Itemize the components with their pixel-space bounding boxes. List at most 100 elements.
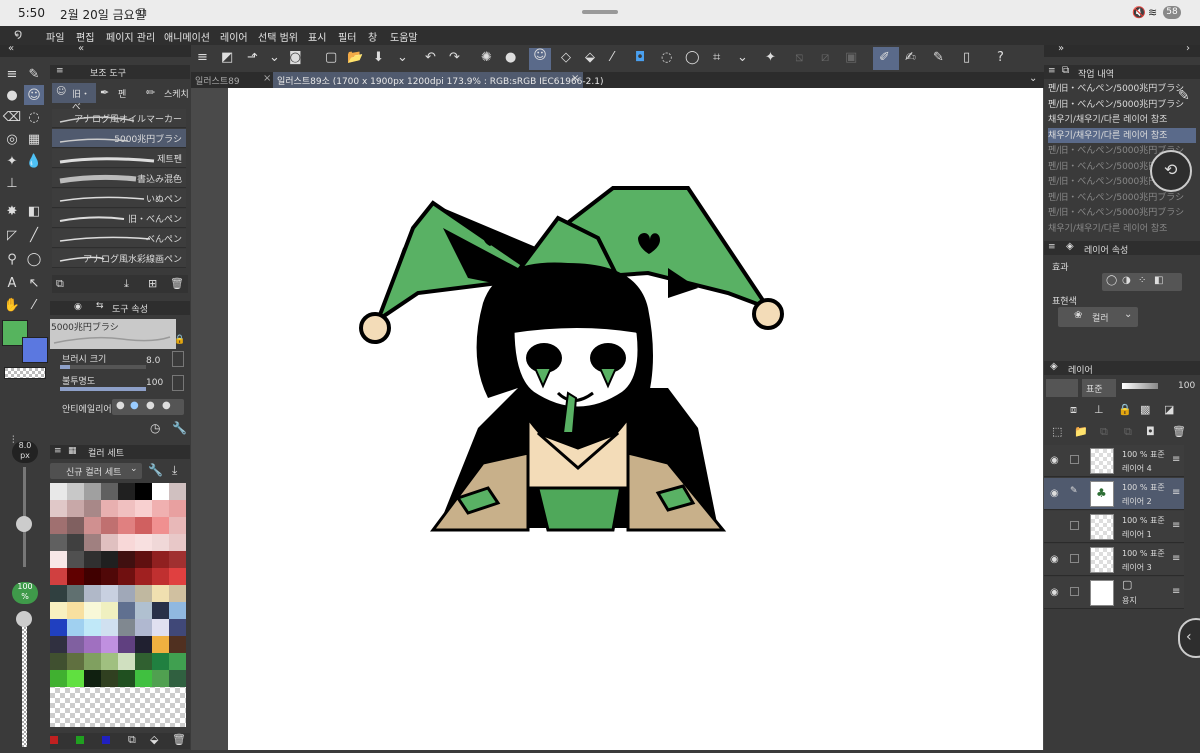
palette-swatch[interactable]: [135, 636, 152, 653]
palette-swatch[interactable]: [152, 551, 169, 568]
download-icon[interactable]: ⤓: [124, 277, 129, 291]
palette-swatch[interactable]: [101, 636, 118, 653]
palette-swatch[interactable]: [135, 602, 152, 619]
aa-weak-icon[interactable]: ●: [130, 400, 139, 411]
brush-size-pressure-toggle[interactable]: [172, 351, 184, 367]
reference-icon[interactable]: ⊥: [1094, 403, 1104, 416]
rotate-screen-button[interactable]: ⟲: [1150, 150, 1192, 192]
line-tool-icon[interactable]: ╱: [24, 225, 44, 245]
lasso-icon[interactable]: ◌: [661, 50, 672, 65]
visibility-eye-icon[interactable]: ◉: [1050, 554, 1059, 565]
hand-gesture-icon[interactable]: ●: [2, 85, 22, 105]
subtool-group-tab-1[interactable]: ✒ 펜: [98, 83, 142, 103]
palette-swatch[interactable]: [101, 551, 118, 568]
palette-swatch[interactable]: [135, 619, 152, 636]
wrench-icon[interactable]: 🔧: [172, 421, 187, 435]
grid-icon[interactable]: ▦: [24, 129, 44, 149]
open-folder-icon[interactable]: 📂: [347, 50, 363, 65]
palette-swatch[interactable]: [118, 500, 135, 517]
palette-swatch[interactable]: [169, 483, 186, 500]
import-icon[interactable]: ⤓: [172, 463, 177, 478]
history-menu-icon[interactable]: ≡: [1048, 66, 1056, 76]
aa-mid-icon[interactable]: ●: [146, 400, 155, 411]
palette-swatch[interactable]: [152, 602, 169, 619]
drag-handle-icon[interactable]: ≡: [1172, 454, 1180, 465]
pencil-shortcut-icon[interactable]: ✎: [1178, 88, 1190, 104]
palette-swatch[interactable]: [67, 551, 84, 568]
layer-property-tab[interactable]: 레이어 속성: [1084, 243, 1128, 256]
history-item[interactable]: 채우기/채우기/다른 레이어 참조: [1048, 112, 1196, 127]
lock-transparency-icon[interactable]: ▩: [1140, 403, 1150, 416]
copy-icon[interactable]: ⧉: [128, 733, 136, 747]
lock-icon[interactable]: 🔒: [1118, 403, 1132, 416]
phone-icon[interactable]: ▯: [963, 50, 970, 65]
menu-view[interactable]: 표시: [308, 29, 326, 44]
palette-swatch[interactable]: [169, 551, 186, 568]
visibility-eye-icon[interactable]: ◉: [1050, 455, 1059, 466]
merge-icon[interactable]: ⧉: [1124, 425, 1132, 439]
aa-none-icon[interactable]: ●: [116, 400, 125, 411]
export-icon[interactable]: ⬏: [247, 50, 258, 65]
layer-color-icon[interactable]: ◧: [1154, 275, 1163, 286]
palette-swatch[interactable]: [101, 670, 118, 687]
new-file-icon[interactable]: ▢: [325, 50, 337, 65]
palette-swatch[interactable]: [50, 670, 67, 687]
layer-opacity-value[interactable]: 100: [1178, 381, 1195, 391]
border-effect-icon[interactable]: ◯: [1106, 275, 1117, 286]
opacity-slider-knob[interactable]: [16, 611, 32, 627]
settings-circle-icon[interactable]: ◉: [74, 302, 82, 312]
halftone-icon[interactable]: ⁘: [1138, 275, 1146, 286]
menu-filter[interactable]: 필터: [338, 29, 356, 44]
chevron-down-icon[interactable]: ⌄: [269, 50, 280, 65]
palette-swatch[interactable]: [84, 636, 101, 653]
sparkle-icon[interactable]: ✦: [765, 50, 776, 65]
palette-swatch[interactable]: [84, 602, 101, 619]
palette-swatch[interactable]: [118, 483, 135, 500]
palette-swatch[interactable]: [101, 568, 118, 585]
palette-swatch[interactable]: [118, 534, 135, 551]
palette-swatch[interactable]: [135, 500, 152, 517]
layer-row[interactable]: ◉ 100 % 표준 레이어 3 ≡: [1044, 544, 1184, 576]
opacity-vertical-slider[interactable]: [22, 617, 27, 747]
eraser-icon[interactable]: ⌫: [2, 107, 22, 127]
subtool-group-tab-2[interactable]: ✏ 스케치: [144, 83, 190, 103]
spiral-icon[interactable]: ◎: [2, 129, 22, 149]
palette-swatch[interactable]: [67, 636, 84, 653]
palette-swatch[interactable]: [135, 534, 152, 551]
drag-handle-icon[interactable]: ≡: [1172, 553, 1180, 564]
color-palette-grid[interactable]: [50, 483, 186, 727]
drag-handle-icon[interactable]: ≡: [1172, 586, 1180, 597]
chevron-down-icon[interactable]: ⌄: [737, 50, 748, 65]
palette-swatch[interactable]: [169, 534, 186, 551]
palette-swatch[interactable]: [84, 500, 101, 517]
lock-icon[interactable]: 🔒: [174, 335, 185, 345]
merge-down-icon[interactable]: ⧉: [1100, 425, 1108, 439]
palette-swatch[interactable]: [50, 602, 67, 619]
palette-swatch[interactable]: [67, 500, 84, 517]
pen-tool-icon[interactable]: ✎: [24, 64, 44, 84]
menu-window[interactable]: 창: [368, 29, 377, 44]
history-tab[interactable]: 작업 내역: [1078, 67, 1114, 80]
current-tool-icon[interactable]: ☺: [529, 48, 551, 70]
subtool-tab[interactable]: 보조 도구: [90, 66, 126, 79]
ruler-icon[interactable]: ◸: [2, 225, 22, 245]
stamp-icon[interactable]: ⊥: [2, 173, 22, 193]
drawing-canvas[interactable]: [228, 88, 1043, 750]
wrench-icon[interactable]: 🔧: [148, 463, 163, 477]
select-icon[interactable]: ◘: [635, 50, 645, 65]
palette-swatch[interactable]: [67, 483, 84, 500]
chevron-down-icon[interactable]: ⌄: [1029, 73, 1037, 84]
clip-icon[interactable]: ⧈: [1070, 403, 1077, 417]
brush-size-value[interactable]: 8.0: [146, 356, 160, 366]
palette-swatch[interactable]: [67, 653, 84, 670]
palette-swatch[interactable]: [84, 619, 101, 636]
pen-mode-button[interactable]: ✐: [873, 47, 899, 70]
redo-icon[interactable]: ↷: [449, 50, 460, 65]
palette-swatch[interactable]: [101, 653, 118, 670]
palette-swatch[interactable]: [84, 653, 101, 670]
palette-swatch[interactable]: [67, 568, 84, 585]
duplicate-icon[interactable]: ⧉: [56, 277, 64, 291]
new-folder-icon[interactable]: 📁: [1074, 425, 1088, 438]
menu-layer[interactable]: 레이어: [220, 29, 248, 44]
color-set-tab[interactable]: 컬러 세트: [88, 446, 124, 459]
